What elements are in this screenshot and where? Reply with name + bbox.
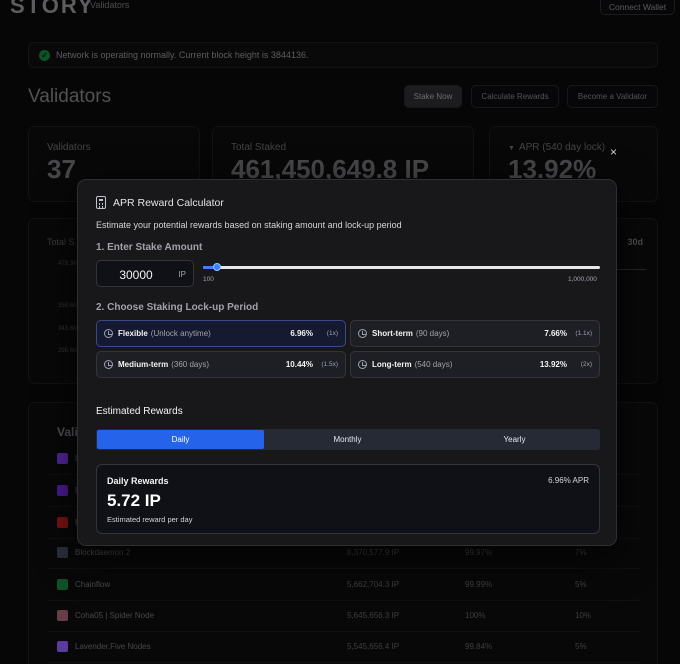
slider-max-label: 1,000,000 [568, 276, 597, 283]
lockup-option-flexible[interactable]: Flexible (Unlock anytime) 6.96% (1x) [96, 320, 346, 347]
tab-yearly[interactable]: Yearly [431, 430, 598, 449]
option-name: Short-term [372, 329, 413, 338]
option-multiplier: (2x) [580, 361, 592, 368]
lockup-option-short-term[interactable]: Short-term (90 days) 7.66% (1.1x) [350, 320, 600, 347]
option-rate: 13.92% [539, 360, 567, 369]
clock-icon [104, 329, 113, 338]
lockup-option-long-term[interactable]: Long-term (540 days) 13.92% (2x) [350, 351, 600, 378]
option-name: Long-term [372, 360, 412, 369]
stake-amount-slider[interactable] [203, 263, 600, 271]
reward-result-card: Daily Rewards 6.96% APR 5.72 IP Estimate… [96, 464, 600, 534]
option-rate: 10.44% [285, 360, 313, 369]
calculator-icon [96, 196, 106, 209]
modal-header: APR Reward Calculator [96, 196, 224, 209]
reward-result-label: Daily Rewards [107, 476, 169, 486]
option-rate: 7.66% [544, 329, 567, 338]
tab-monthly[interactable]: Monthly [264, 430, 431, 449]
step-1-heading: 1. Enter Stake Amount [96, 242, 203, 253]
stake-amount-unit: IP [178, 270, 186, 279]
option-name: Flexible [118, 329, 148, 338]
slider-min-label: 100 [203, 276, 214, 283]
option-sub: (360 days) [171, 360, 210, 369]
reward-period-tabs: Daily Monthly Yearly [96, 429, 600, 450]
clock-icon [104, 360, 113, 369]
option-multiplier: (1.5x) [321, 361, 338, 368]
reward-result-apr: 6.96% APR [548, 476, 589, 485]
step-2-heading: 2. Choose Staking Lock-up Period [96, 302, 259, 313]
reward-result-caption: Estimated reward per day [107, 515, 193, 524]
option-sub: (90 days) [415, 329, 450, 338]
option-multiplier: (1.1x) [575, 330, 592, 337]
slider-thumb[interactable] [212, 263, 221, 271]
option-rate: 6.96% [290, 329, 313, 338]
modal-description: Estimate your potential rewards based on… [96, 220, 402, 230]
stake-amount-input[interactable]: 30000 IP [96, 260, 194, 287]
stake-amount-value: 30000 [119, 268, 153, 282]
tab-daily[interactable]: Daily [97, 430, 264, 449]
clock-icon [358, 329, 367, 338]
lockup-option-medium-term[interactable]: Medium-term (360 days) 10.44% (1.5x) [96, 351, 346, 378]
reward-result-value: 5.72 IP [107, 491, 161, 510]
estimated-rewards-heading: Estimated Rewards [96, 406, 183, 417]
apr-calculator-modal: APR Reward Calculator Estimate your pote… [77, 179, 617, 546]
clock-icon [358, 360, 367, 369]
option-multiplier: (1x) [326, 330, 338, 337]
close-icon[interactable]: × [610, 146, 617, 158]
option-name: Medium-term [118, 360, 169, 369]
option-sub: (Unlock anytime) [150, 329, 211, 338]
modal-title: APR Reward Calculator [113, 196, 224, 209]
option-sub: (540 days) [414, 360, 453, 369]
